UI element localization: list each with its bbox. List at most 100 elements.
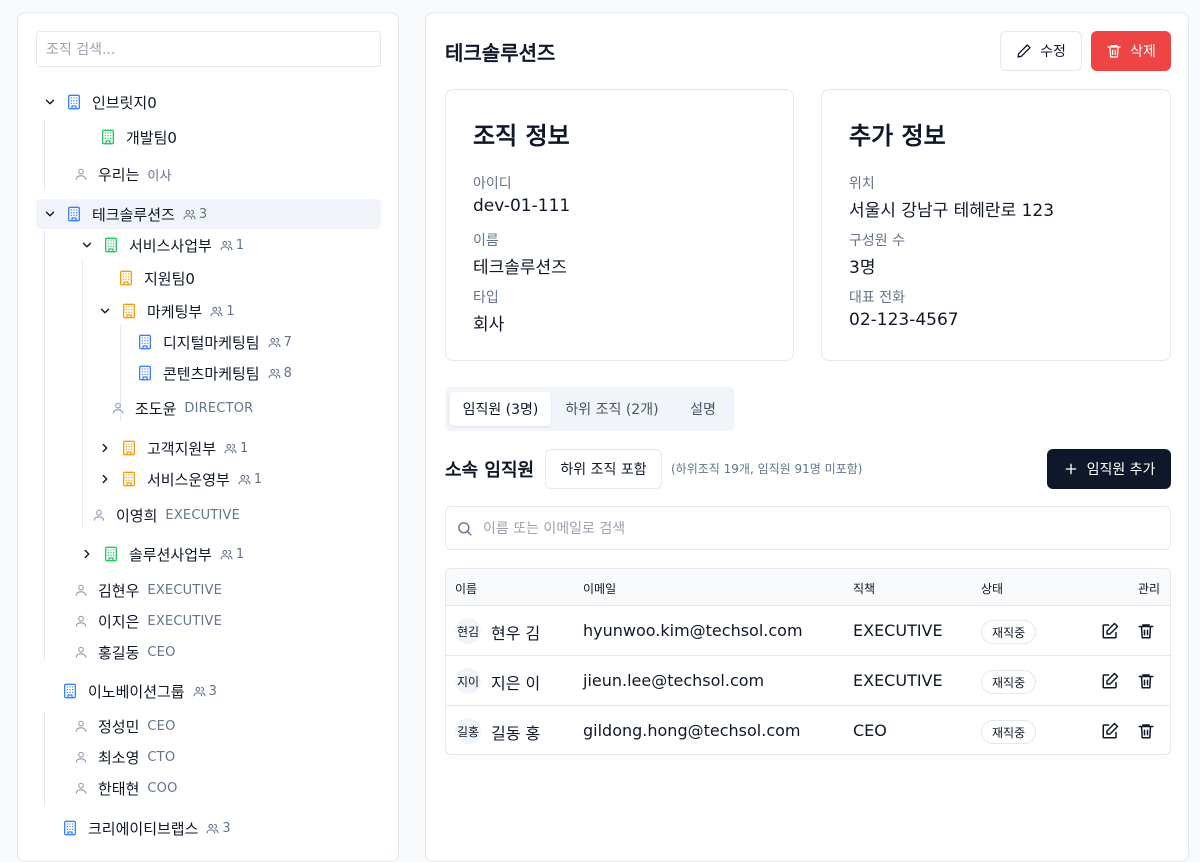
tree-node-person[interactable]: 정성민 CEO (74, 711, 176, 741)
member-count: 1 (210, 304, 234, 319)
tree-node-person[interactable]: 한태현 COO (74, 773, 178, 803)
table-row[interactable]: 지이 지은 이 jieun.lee@techsol.com EXECUTIVE … (446, 656, 1170, 706)
tree-node-org[interactable]: 콘텐츠마케팅팀 8 (137, 358, 292, 388)
employee-search-input[interactable]: 이름 또는 이메일로 검색 (445, 506, 1171, 550)
building-icon (100, 129, 116, 145)
field-label: 타입 (473, 290, 499, 306)
tree-node-person[interactable]: 조도윤 DIRECTOR (111, 393, 253, 423)
tree-node-label: 테크솔루션즈 (92, 205, 175, 224)
role-label: CEO (147, 718, 176, 734)
trash-icon[interactable] (1137, 622, 1155, 640)
tree-node-label: 지원팀0 (144, 269, 195, 288)
status-badge: 재직중 (981, 670, 1037, 694)
tree-node-label: 이지은 (98, 612, 140, 631)
org-tree-panel: 조직 검색... 인브릿지0 개발팀0 우리는 이사 테크솔루션즈 3 서비스사… (17, 12, 399, 862)
org-search-input[interactable]: 조직 검색... (36, 31, 381, 67)
edit-button[interactable]: 수정 (1000, 31, 1082, 71)
edit-icon[interactable] (1101, 622, 1119, 640)
chevron-down-icon[interactable] (42, 94, 58, 110)
search-icon (456, 520, 473, 537)
include-sub-orgs-button[interactable]: 하위 조직 포함 (545, 449, 662, 489)
member-count: 3 (206, 821, 231, 836)
role-label: EXECUTIVE (147, 613, 223, 629)
tree-node-person[interactable]: 우리는 이사 (74, 159, 172, 189)
column-header: 상태 (981, 582, 1004, 596)
trash-icon[interactable] (1137, 722, 1155, 740)
tree-node-org[interactable]: 서비스사업부 1 (79, 230, 244, 260)
chevron-right-icon[interactable] (79, 546, 95, 562)
avatar: 지이 (455, 668, 481, 694)
tree-node-org[interactable]: 인브릿지0 (42, 87, 157, 117)
chevron-down-icon[interactable] (79, 237, 95, 253)
avatar: 현김 (455, 618, 481, 644)
tree-node-org[interactable]: 서비스운영부 1 (97, 464, 262, 494)
tree-node-person[interactable]: 이영희 EXECUTIVE (92, 500, 240, 530)
tree-node-person[interactable]: 이지은 EXECUTIVE (74, 606, 222, 636)
status-badge: 재직중 (981, 720, 1037, 744)
tab-employees[interactable]: 임직원 (3명) (450, 392, 551, 426)
extra-info-card: 추가 정보 위치 서울시 강남구 테헤란로 123 구성원 수 3명 대표 전화… (821, 89, 1171, 361)
tree-node-label: 김현우 (98, 581, 140, 600)
tree-node-label: 서비스운영부 (147, 470, 230, 489)
edit-icon[interactable] (1101, 672, 1119, 690)
card-heading: 추가 정보 (849, 122, 946, 150)
tab-description[interactable]: 설명 (677, 392, 729, 426)
trash-icon[interactable] (1137, 672, 1155, 690)
tree-node-org[interactable]: 솔루션사업부 1 (79, 539, 244, 569)
field-value: 3명 (849, 258, 876, 278)
tree-node-org[interactable]: 이노베이션그룹 3 (62, 676, 217, 706)
card-heading: 조직 정보 (473, 122, 570, 150)
add-employee-button[interactable]: 임직원 추가 (1047, 449, 1171, 489)
tree-node-person[interactable]: 김현우 EXECUTIVE (74, 575, 222, 605)
delete-button-label: 삭제 (1130, 44, 1156, 60)
table-row[interactable]: 현김 현우 김 hyunwoo.kim@techsol.com EXECUTIV… (446, 606, 1170, 656)
pencil-icon (1016, 43, 1032, 59)
chevron-right-icon[interactable] (97, 471, 113, 487)
column-header: 관리 (1138, 582, 1161, 596)
tree-node-person[interactable]: 최소영 CTO (74, 742, 175, 772)
member-count: 3 (193, 684, 217, 699)
tree-node-org[interactable]: 크리에이티브랩스 3 (62, 813, 231, 843)
tree-guide (82, 259, 83, 529)
org-info-card: 조직 정보 아이디 dev-01-111 이름 테크솔루션즈 타입 회사 (445, 89, 794, 361)
table-row[interactable]: 길홍 길동 홍 gildong.hong@techsol.com CEO 재직중 (446, 706, 1170, 754)
tab-sub-orgs[interactable]: 하위 조직 (2개) (557, 392, 667, 426)
tree-node-org[interactable]: 마케팅부 1 (97, 296, 234, 326)
edit-icon[interactable] (1101, 722, 1119, 740)
field-label: 대표 전화 (849, 290, 905, 306)
tree-node-label: 정성민 (98, 717, 140, 736)
tree-guide (44, 230, 45, 660)
tree-node-label: 디지털마케팅팀 (163, 333, 260, 352)
chevron-down-icon[interactable] (97, 303, 113, 319)
tree-node-person[interactable]: 홍길동 CEO (74, 637, 176, 667)
building-icon (121, 471, 137, 487)
tree-node-org[interactable]: 지원팀0 (118, 263, 195, 293)
employee-title: EXECUTIVE (853, 671, 943, 690)
member-count: 3 (183, 207, 207, 222)
plus-icon (1063, 461, 1079, 477)
building-icon (137, 334, 153, 350)
employee-table: 이름 이메일 직책 상태 관리 현김 현우 김 hyunwoo.kim@tech… (445, 568, 1171, 755)
tree-node-label: 우리는 (98, 165, 140, 184)
role-label: 이사 (147, 168, 172, 184)
tree-node-org[interactable]: 개발팀0 (100, 122, 177, 152)
tree-node-org[interactable]: 고객지원부 1 (97, 433, 248, 463)
table-header: 이름 이메일 직책 상태 관리 (446, 569, 1170, 606)
building-icon (62, 820, 78, 836)
org-detail-panel: 테크솔루션즈 수정 삭제 조직 정보 아이디 dev-01-111 이름 테크솔… (425, 12, 1189, 862)
tree-node-label: 이영희 (116, 506, 158, 525)
chevron-down-icon[interactable] (42, 206, 58, 222)
role-label: DIRECTOR (184, 400, 254, 416)
chevron-right-icon[interactable] (97, 440, 113, 456)
tree-node-org[interactable]: 디지털마케팅팀 7 (137, 327, 292, 357)
employee-email: jieun.lee@techsol.com (583, 671, 765, 690)
add-employee-label: 임직원 추가 (1086, 462, 1156, 478)
column-header: 이름 (455, 582, 478, 596)
role-label: COO (147, 780, 178, 796)
delete-button[interactable]: 삭제 (1091, 31, 1171, 71)
role-label: EXECUTIVE (147, 582, 223, 598)
avatar: 길홍 (455, 718, 481, 744)
tree-node-org-selected[interactable]: 테크솔루션즈 3 (36, 199, 381, 229)
employee-email: hyunwoo.kim@techsol.com (583, 621, 803, 640)
field-value: 회사 (473, 315, 505, 335)
